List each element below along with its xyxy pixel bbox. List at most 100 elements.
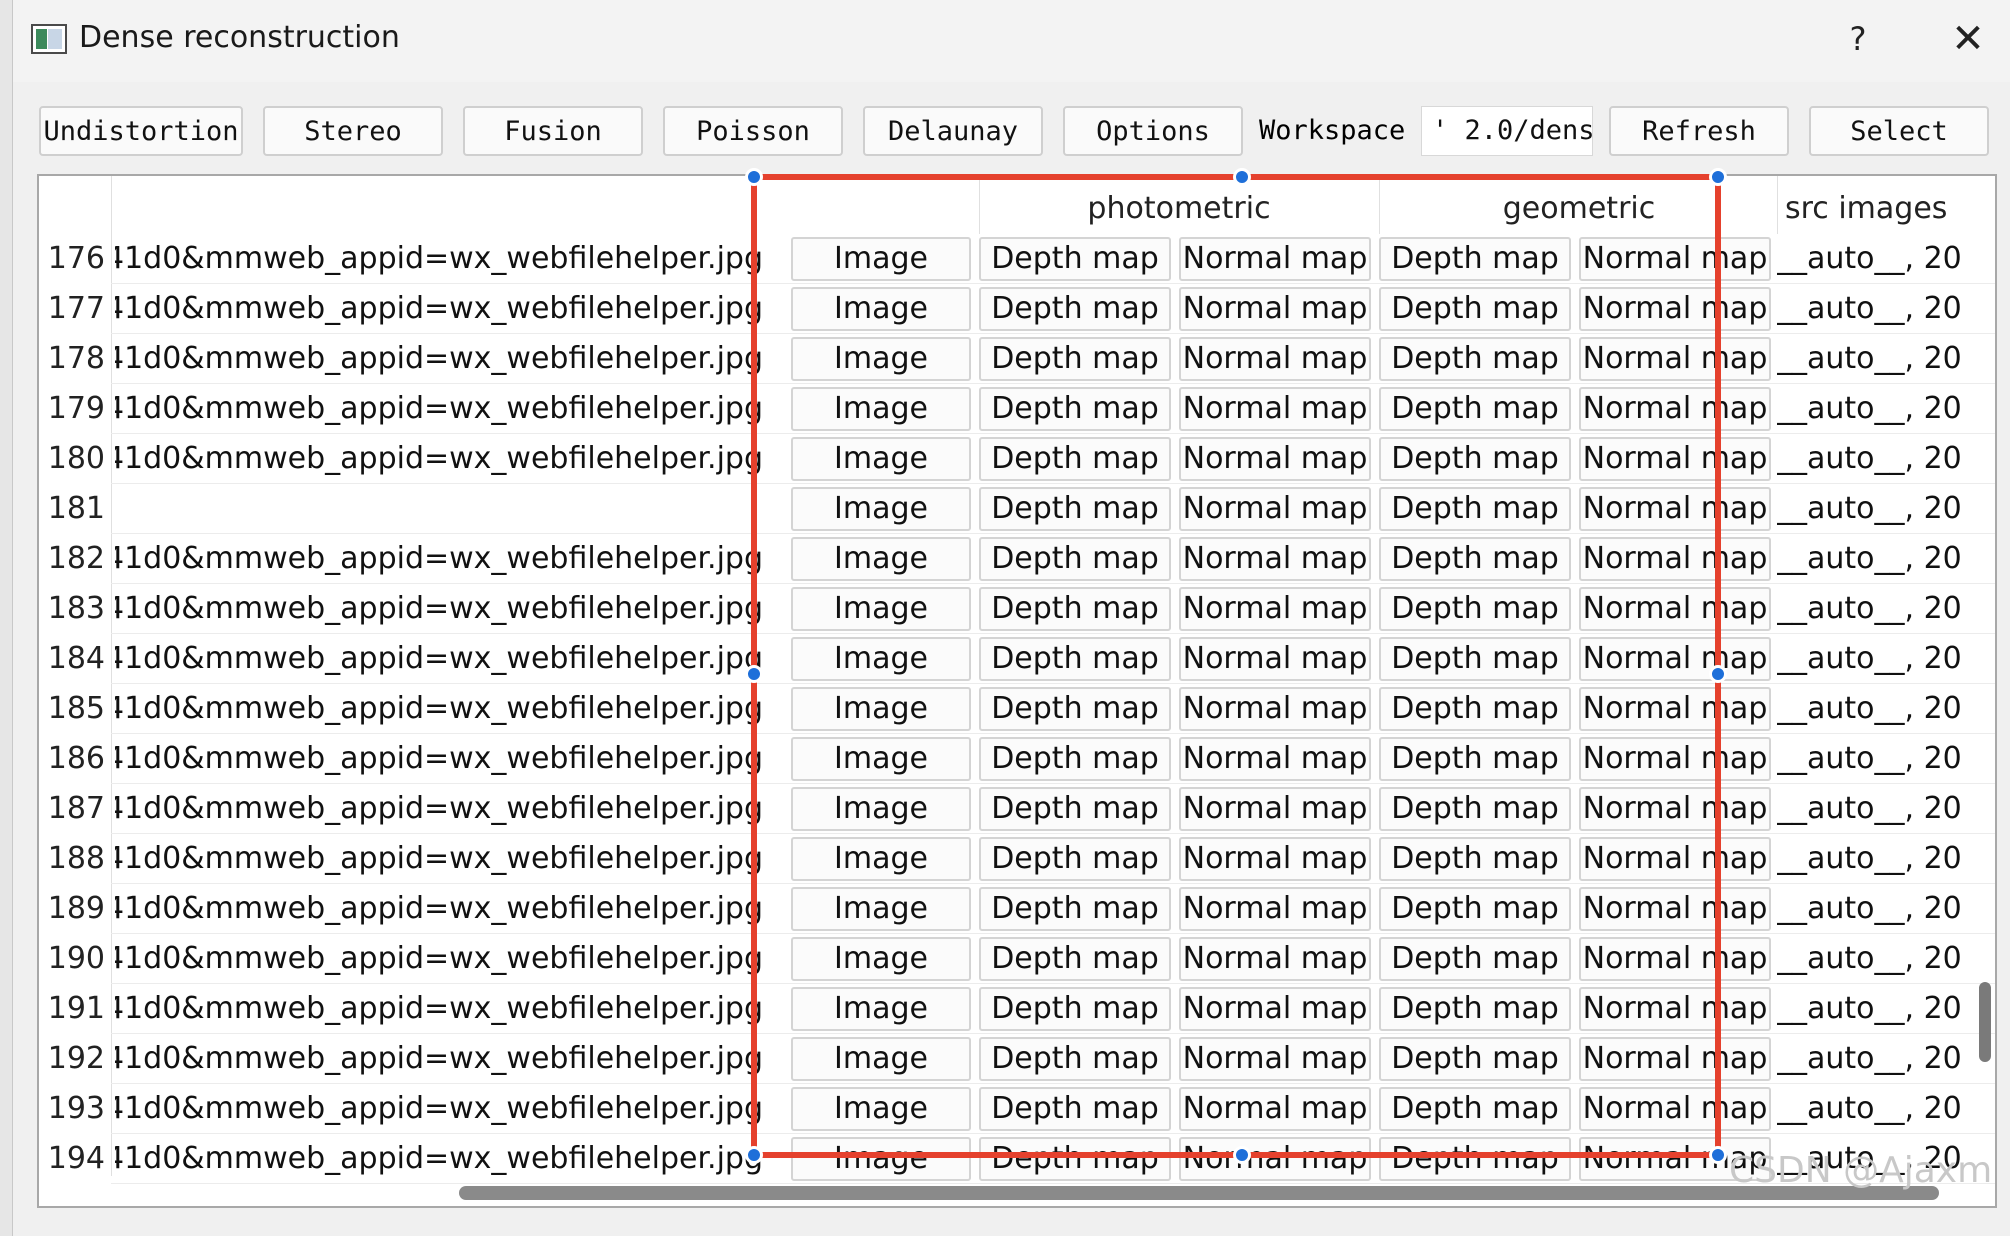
geometric-depth-map-button[interactable]: Depth map xyxy=(1379,637,1571,681)
horizontal-scrollbar[interactable] xyxy=(459,1186,1939,1200)
photometric-depth-map-button[interactable]: Depth map xyxy=(979,1087,1171,1131)
geometric-depth-map-button[interactable]: Depth map xyxy=(1379,787,1571,831)
photometric-depth-map-button[interactable]: Depth map xyxy=(979,787,1171,831)
image-name-cell[interactable]: 141d0&mmweb_appid=wx_webfilehelper.jpg xyxy=(115,1084,763,1134)
header-photometric[interactable]: photometric xyxy=(979,184,1379,234)
geometric-depth-map-button[interactable]: Depth map xyxy=(1379,487,1571,531)
photometric-normal-map-button[interactable]: Normal map xyxy=(1179,537,1371,581)
image-name-cell[interactable]: 141d0&mmweb_appid=wx_webfilehelper.jpg xyxy=(115,734,763,784)
image-name-cell[interactable] xyxy=(115,484,763,534)
image-name-cell[interactable]: 41d0&mmweb_appid=wx_webfilehelper.jpg xyxy=(115,434,763,484)
select-button[interactable]: Select xyxy=(1809,106,1989,156)
geometric-normal-map-button[interactable]: Normal map xyxy=(1579,537,1771,581)
geometric-depth-map-button[interactable]: Depth map xyxy=(1379,337,1571,381)
geometric-depth-map-button[interactable]: Depth map xyxy=(1379,887,1571,931)
photometric-normal-map-button[interactable]: Normal map xyxy=(1179,837,1371,881)
geometric-depth-map-button[interactable]: Depth map xyxy=(1379,387,1571,431)
photometric-depth-map-button[interactable]: Depth map xyxy=(979,687,1171,731)
geometric-normal-map-button[interactable]: Normal map xyxy=(1579,687,1771,731)
image-button[interactable]: Image xyxy=(791,687,971,731)
image-button[interactable]: Image xyxy=(791,537,971,581)
photometric-normal-map-button[interactable]: Normal map xyxy=(1179,287,1371,331)
geometric-normal-map-button[interactable]: Normal map xyxy=(1579,337,1771,381)
photometric-normal-map-button[interactable]: Normal map xyxy=(1179,687,1371,731)
photometric-depth-map-button[interactable]: Depth map xyxy=(979,437,1171,481)
geometric-normal-map-button[interactable]: Normal map xyxy=(1579,237,1771,281)
photometric-normal-map-button[interactable]: Normal map xyxy=(1179,1037,1371,1081)
image-button[interactable]: Image xyxy=(791,487,971,531)
image-name-cell[interactable]: 141d0&mmweb_appid=wx_webfilehelper.jpg xyxy=(115,384,763,434)
geometric-depth-map-button[interactable]: Depth map xyxy=(1379,837,1571,881)
photometric-normal-map-button[interactable]: Normal map xyxy=(1179,1087,1371,1131)
image-name-cell[interactable]: 141d0&mmweb_appid=wx_webfilehelper.jpg xyxy=(115,1134,763,1184)
image-button[interactable]: Image xyxy=(791,237,971,281)
photometric-depth-map-button[interactable]: Depth map xyxy=(979,1137,1171,1181)
image-name-cell[interactable]: 141d0&mmweb_appid=wx_webfilehelper.jpg xyxy=(115,934,763,984)
photometric-normal-map-button[interactable]: Normal map xyxy=(1179,387,1371,431)
photometric-depth-map-button[interactable]: Depth map xyxy=(979,887,1171,931)
image-button[interactable]: Image xyxy=(791,837,971,881)
refresh-button[interactable]: Refresh xyxy=(1609,106,1789,156)
image-button[interactable]: Image xyxy=(791,637,971,681)
photometric-depth-map-button[interactable]: Depth map xyxy=(979,337,1171,381)
photometric-normal-map-button[interactable]: Normal map xyxy=(1179,237,1371,281)
geometric-normal-map-button[interactable]: Normal map xyxy=(1579,1087,1771,1131)
image-button[interactable]: Image xyxy=(791,287,971,331)
photometric-normal-map-button[interactable]: Normal map xyxy=(1179,437,1371,481)
image-name-cell[interactable]: 141d0&mmweb_appid=wx_webfilehelper.jpg xyxy=(115,634,763,684)
geometric-normal-map-button[interactable]: Normal map xyxy=(1579,837,1771,881)
geometric-depth-map-button[interactable]: Depth map xyxy=(1379,1087,1571,1131)
photometric-depth-map-button[interactable]: Depth map xyxy=(979,237,1171,281)
image-name-cell[interactable]: 141d0&mmweb_appid=wx_webfilehelper.jpg xyxy=(115,984,763,1034)
geometric-depth-map-button[interactable]: Depth map xyxy=(1379,987,1571,1031)
geometric-depth-map-button[interactable]: Depth map xyxy=(1379,237,1571,281)
image-name-cell[interactable]: 141d0&mmweb_appid=wx_webfilehelper.jpg xyxy=(115,234,763,284)
photometric-normal-map-button[interactable]: Normal map xyxy=(1179,737,1371,781)
image-name-cell[interactable]: 141d0&mmweb_appid=wx_webfilehelper.jpg xyxy=(115,884,763,934)
photometric-depth-map-button[interactable]: Depth map xyxy=(979,537,1171,581)
geometric-normal-map-button[interactable]: Normal map xyxy=(1579,737,1771,781)
geometric-depth-map-button[interactable]: Depth map xyxy=(1379,737,1571,781)
image-name-cell[interactable]: 141d0&mmweb_appid=wx_webfilehelper.jpg xyxy=(115,534,763,584)
photometric-normal-map-button[interactable]: Normal map xyxy=(1179,337,1371,381)
geometric-depth-map-button[interactable]: Depth map xyxy=(1379,1037,1571,1081)
photometric-normal-map-button[interactable]: Normal map xyxy=(1179,887,1371,931)
close-icon[interactable]: ✕ xyxy=(1943,16,1993,62)
poisson-button[interactable]: Poisson xyxy=(663,106,843,156)
geometric-depth-map-button[interactable]: Depth map xyxy=(1379,687,1571,731)
photometric-normal-map-button[interactable]: Normal map xyxy=(1179,637,1371,681)
photometric-depth-map-button[interactable]: Depth map xyxy=(979,487,1171,531)
geometric-depth-map-button[interactable]: Depth map xyxy=(1379,537,1571,581)
geometric-depth-map-button[interactable]: Depth map xyxy=(1379,287,1571,331)
image-button[interactable]: Image xyxy=(791,1137,971,1181)
image-button[interactable]: Image xyxy=(791,587,971,631)
geometric-normal-map-button[interactable]: Normal map xyxy=(1579,937,1771,981)
header-geometric[interactable]: geometric xyxy=(1379,184,1779,234)
image-name-cell[interactable]: 41d0&mmweb_appid=wx_webfilehelper.jpg xyxy=(115,834,763,884)
image-button[interactable]: Image xyxy=(791,1087,971,1131)
image-name-cell[interactable]: 141d0&mmweb_appid=wx_webfilehelper.jpg xyxy=(115,284,763,334)
geometric-normal-map-button[interactable]: Normal map xyxy=(1579,487,1771,531)
geometric-normal-map-button[interactable]: Normal map xyxy=(1579,437,1771,481)
image-button[interactable]: Image xyxy=(791,437,971,481)
fusion-button[interactable]: Fusion xyxy=(463,106,643,156)
photometric-depth-map-button[interactable]: Depth map xyxy=(979,937,1171,981)
photometric-depth-map-button[interactable]: Depth map xyxy=(979,737,1171,781)
image-button[interactable]: Image xyxy=(791,787,971,831)
photometric-normal-map-button[interactable]: Normal map xyxy=(1179,587,1371,631)
image-name-cell[interactable]: 141d0&mmweb_appid=wx_webfilehelper.jpg xyxy=(115,784,763,834)
geometric-normal-map-button[interactable]: Normal map xyxy=(1579,887,1771,931)
image-button[interactable]: Image xyxy=(791,987,971,1031)
photometric-depth-map-button[interactable]: Depth map xyxy=(979,1037,1171,1081)
photometric-normal-map-button[interactable]: Normal map xyxy=(1179,987,1371,1031)
image-button[interactable]: Image xyxy=(791,887,971,931)
workspace-path-input[interactable]: ' 2.0/dense xyxy=(1421,106,1593,156)
geometric-normal-map-button[interactable]: Normal map xyxy=(1579,387,1771,431)
options-button[interactable]: Options xyxy=(1063,106,1243,156)
geometric-depth-map-button[interactable]: Depth map xyxy=(1379,1137,1571,1181)
photometric-normal-map-button[interactable]: Normal map xyxy=(1179,487,1371,531)
delaunay-button[interactable]: Delaunay xyxy=(863,106,1043,156)
image-name-cell[interactable]: 141d0&mmweb_appid=wx_webfilehelper.jpg xyxy=(115,584,763,634)
photometric-normal-map-button[interactable]: Normal map xyxy=(1179,937,1371,981)
photometric-depth-map-button[interactable]: Depth map xyxy=(979,387,1171,431)
